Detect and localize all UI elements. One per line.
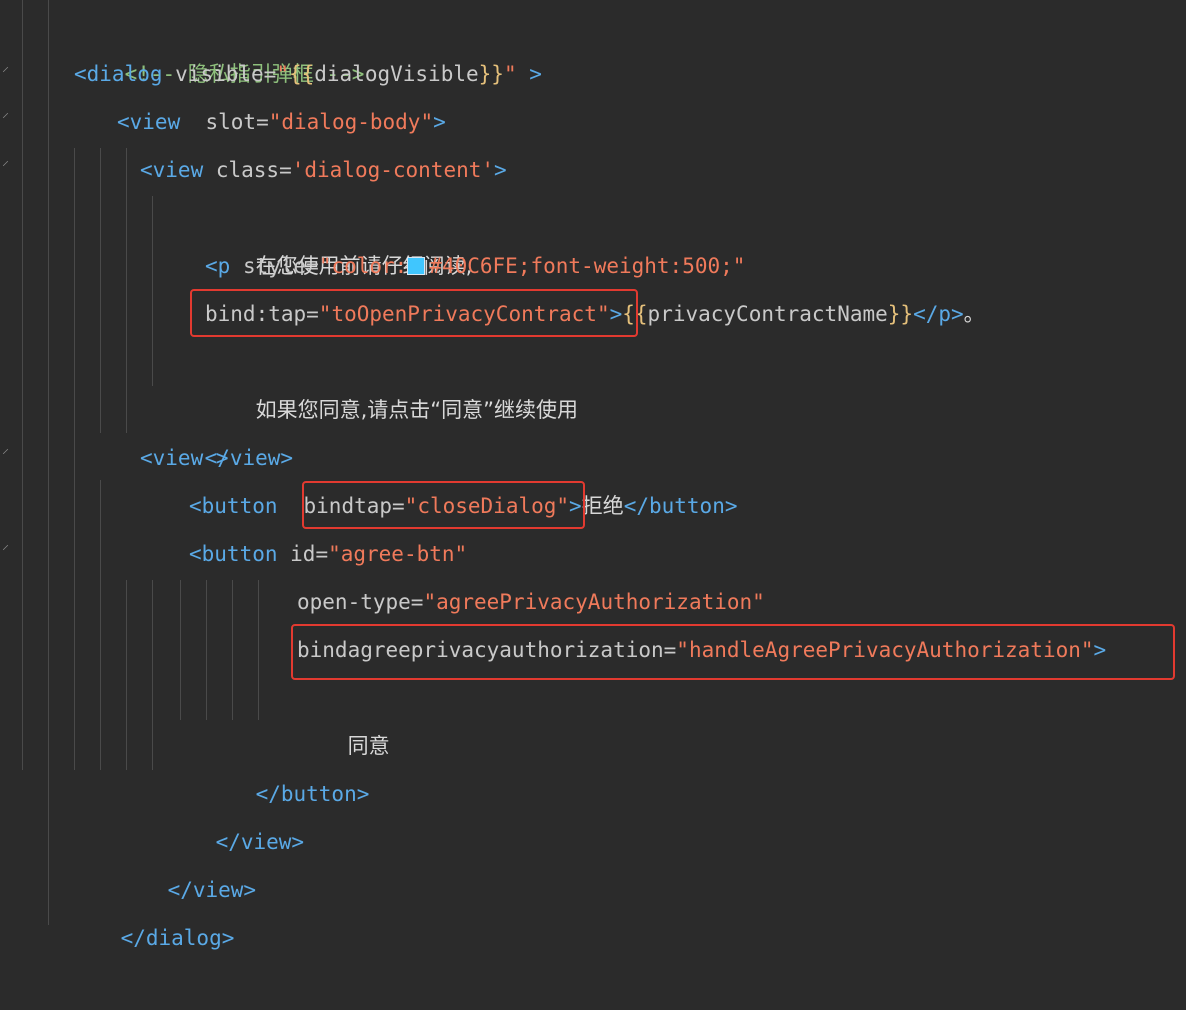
color-swatch-icon[interactable]	[407, 257, 426, 275]
tag-open: <button	[189, 494, 278, 518]
string: "agree-btn"	[328, 542, 468, 566]
expression: privacyContractName	[647, 302, 888, 326]
code-line: </view>	[0, 386, 1186, 470]
code-line: </view>	[0, 818, 1186, 902]
code-line: <view >	[0, 434, 1186, 482]
code-line: <view class='dialog-content'>	[0, 146, 1186, 194]
string: "	[503, 62, 517, 86]
tag-end: >	[516, 62, 542, 86]
tag-open: <view	[117, 110, 181, 134]
brace: }}	[887, 302, 914, 326]
attr-name: slot=	[180, 110, 269, 134]
attr-name: class=	[203, 158, 292, 182]
code-line: </dialog>	[0, 866, 1186, 950]
attr-name: id=	[277, 542, 329, 566]
string: #40C6FE;font-weight:500;"	[429, 254, 746, 278]
tag-open: <dialog	[74, 62, 163, 86]
code-line: open-type="agreePrivacyAuthorization"	[0, 578, 1186, 626]
tag-open: <button	[189, 542, 278, 566]
code-line: <!-- 隐私指引弹框 -->	[0, 2, 1186, 86]
string: "color:	[318, 254, 408, 278]
code-editor[interactable]: ⸝ ⸝ ⸝ ⸝ ⸝ <!-- 隐私指引弹框 --> <dialog visibl…	[0, 0, 1186, 950]
code-line: 如果您同意,请点击“同意”继续使用	[0, 338, 1186, 422]
code-line: </view>	[0, 770, 1186, 854]
code-line: <p style="color: #40C6FE;font-weight:500;…	[0, 242, 1186, 290]
text-content: 拒绝	[581, 494, 624, 518]
code-line: <dialog visible="{{dialogVisible}}" >	[0, 50, 1186, 98]
highlight-box-agree-handler	[291, 624, 1175, 680]
attr-name: style=	[230, 254, 319, 278]
text-content: 。	[963, 302, 985, 326]
code-line: 在您使用前请仔细阅读,	[0, 194, 1186, 278]
brace: {{	[288, 62, 315, 86]
code-line: <view slot="dialog-body">	[0, 98, 1186, 146]
attr-name: open-type=	[297, 590, 424, 614]
code-line: </button>	[0, 722, 1186, 806]
string: 'dialog-content'	[291, 158, 495, 182]
tag-open: <view	[140, 446, 204, 470]
attr-name: visible=	[162, 62, 277, 86]
tag-close: </button>	[623, 494, 738, 518]
tag-open: <view	[140, 158, 204, 182]
highlight-box-bind-tap	[190, 289, 638, 337]
tag-close: </dialog>	[120, 926, 235, 950]
tag-end: >	[433, 110, 446, 134]
code-line: 同意	[0, 674, 1186, 758]
tag-close: </p>	[913, 302, 964, 326]
tag-end: >	[203, 446, 229, 470]
string: "agreePrivacyAuthorization"	[423, 590, 765, 614]
tag-end: >	[494, 158, 507, 182]
highlight-box-close-dialog	[302, 481, 585, 529]
brace: }}	[478, 62, 504, 86]
string: "	[276, 62, 289, 86]
code-line: <button id="agree-btn"	[0, 530, 1186, 578]
code-line: <button bindtap="closeDialog">拒绝</button>	[0, 482, 1186, 530]
expression: dialogVisible	[314, 62, 479, 86]
tag-open: <p	[205, 254, 231, 278]
string: "dialog-body"	[268, 110, 434, 134]
